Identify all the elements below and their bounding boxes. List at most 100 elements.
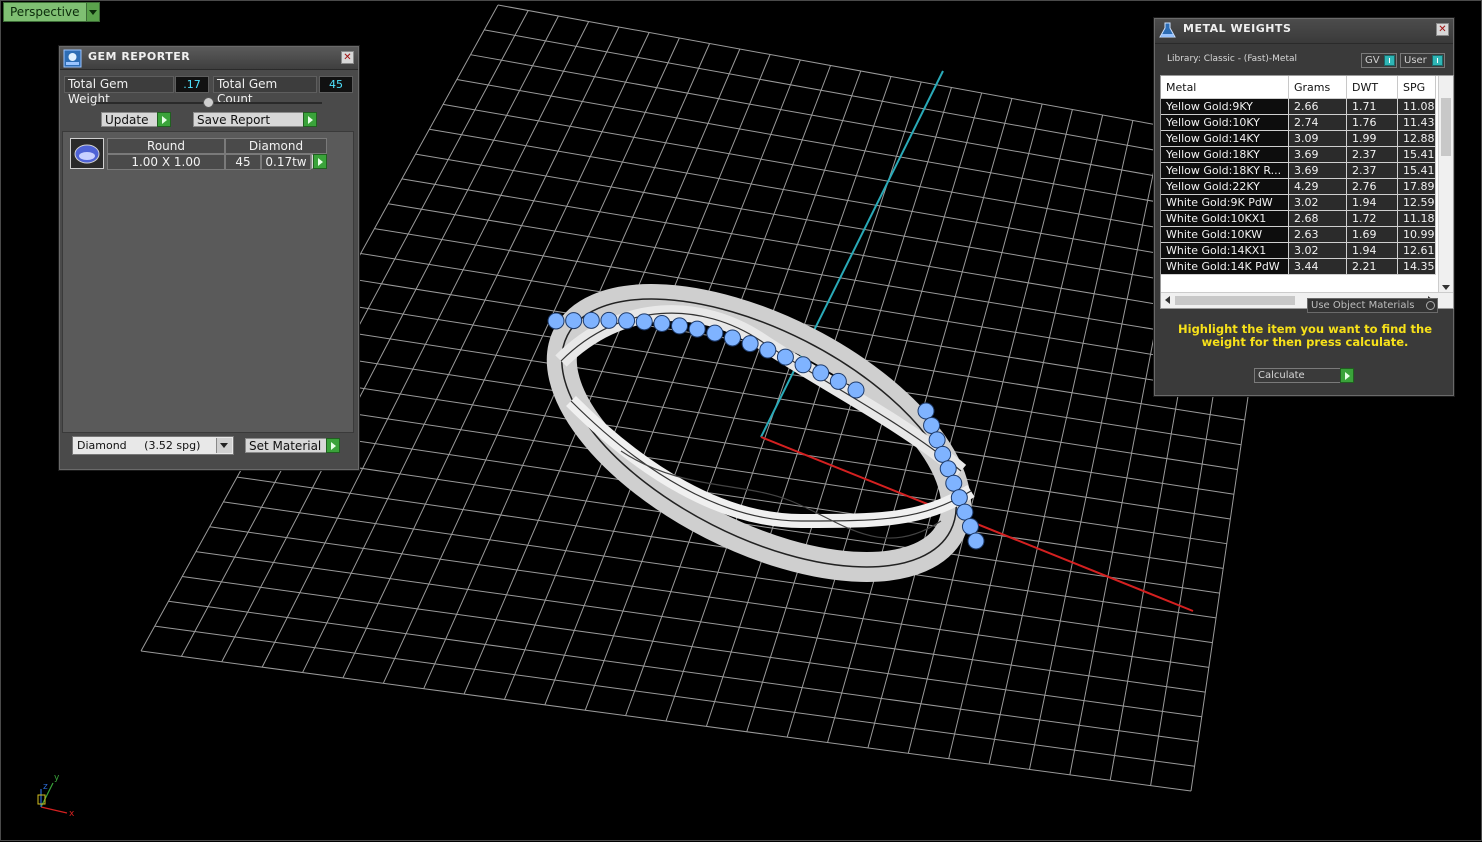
cell-dwt: 1.94	[1347, 243, 1398, 259]
use-object-materials-label: Use Object Materials	[1311, 300, 1415, 311]
gem-reporter-icon	[63, 49, 82, 68]
save-report-button[interactable]: Save Report	[193, 112, 317, 127]
gem-reporter-panel: GEM REPORTER ✕ Total Gem Weight .17 Tota…	[59, 46, 359, 470]
cell-grams: 3.69	[1289, 147, 1347, 163]
total-gem-weight-label: Total Gem Weight	[64, 76, 174, 106]
metal-weights-panel: METAL WEIGHTS ✕ Library: Classic - (Fast…	[1154, 18, 1454, 396]
gem-stone	[812, 364, 830, 382]
column-header-grams[interactable]: Grams	[1289, 76, 1347, 98]
cell-metal: Yellow Gold:22KY	[1161, 179, 1289, 195]
cell-metal: Yellow Gold:18KY	[1161, 147, 1289, 163]
vertical-scrollbar[interactable]	[1438, 76, 1453, 292]
gem-list: Round Diamond 1.00 X 1.00 45 0.17tw	[62, 131, 354, 433]
cell-spg: 11.18	[1398, 211, 1436, 227]
gem-stone	[967, 532, 985, 550]
gem-stone	[923, 416, 941, 434]
table-row[interactable]: White Gold:14KX1 3.02 1.94 12.61	[1161, 243, 1436, 259]
chevron-down-icon[interactable]	[1442, 285, 1450, 290]
viewport-label[interactable]: Perspective	[3, 2, 100, 22]
cell-dwt: 2.76	[1347, 179, 1398, 195]
ring-model[interactable]	[521, 244, 998, 623]
table-row[interactable]: Yellow Gold:18KY 3.69 2.37 15.41	[1161, 147, 1436, 163]
cell-dwt: 2.21	[1347, 259, 1398, 275]
cell-dwt: 1.72	[1347, 211, 1398, 227]
column-header-metal[interactable]: Metal	[1161, 76, 1289, 98]
cell-metal: Yellow Gold:9KY	[1161, 99, 1289, 115]
cell-dwt: 1.94	[1347, 195, 1398, 211]
metal-weights-table[interactable]: Metal Grams DWT SPG Yellow Gold:9KY 2.66 1…	[1160, 75, 1454, 309]
use-object-materials-toggle[interactable]: Use Object Materials	[1307, 298, 1438, 313]
cell-grams: 2.68	[1289, 211, 1347, 227]
gem-shape-cell: Round	[107, 138, 225, 154]
cell-spg: 11.08	[1398, 99, 1436, 115]
cell-grams: 3.44	[1289, 259, 1347, 275]
cell-spg: 12.61	[1398, 243, 1436, 259]
cell-spg: 12.59	[1398, 195, 1436, 211]
instruction-text: Highlight the item you want to find the …	[1178, 322, 1432, 349]
cell-spg: 10.99	[1398, 227, 1436, 243]
scrollbar-thumb[interactable]	[1441, 98, 1451, 156]
cell-metal: White Gold:14K PdW	[1161, 259, 1289, 275]
metal-weights-titlebar[interactable]: METAL WEIGHTS ✕	[1155, 19, 1453, 44]
set-material-button[interactable]: Set Material	[245, 438, 340, 453]
scrollbar-thumb[interactable]	[1175, 296, 1295, 305]
flask-icon	[1159, 22, 1176, 38]
cell-grams: 3.02	[1289, 195, 1347, 211]
gem-stone	[723, 329, 741, 347]
library-label: Library: Classic - (Fast)-Metal	[1167, 54, 1298, 64]
splitter-knob[interactable]	[203, 97, 214, 108]
radio-icon	[1426, 301, 1435, 310]
calculate-button[interactable]: Calculate	[1254, 368, 1354, 383]
cell-dwt: 2.37	[1347, 147, 1398, 163]
table-row[interactable]: White Gold:10KX1 2.68 1.72 11.18	[1161, 211, 1436, 227]
gem-stone	[688, 320, 706, 338]
cell-grams: 2.63	[1289, 227, 1347, 243]
gem-stone	[917, 402, 935, 420]
table-row[interactable]: White Gold:9K PdW 3.02 1.94 12.59	[1161, 195, 1436, 211]
table-header: Metal Grams DWT SPG	[1161, 76, 1436, 99]
table-row[interactable]: White Gold:10KW 2.63 1.69 10.99	[1161, 227, 1436, 243]
axis-triad: x y z	[37, 773, 75, 819]
user-toggle[interactable]: User	[1400, 53, 1445, 68]
cell-dwt: 1.69	[1347, 227, 1398, 243]
total-gem-weight-value: .17	[175, 76, 209, 93]
cell-metal: Yellow Gold:10KY	[1161, 115, 1289, 131]
gem-stone	[829, 372, 847, 390]
table-row[interactable]: Yellow Gold:22KY 4.29 2.76 17.89	[1161, 179, 1436, 195]
table-row[interactable]: Yellow Gold:18KY R... 3.69 2.37 15.41	[1161, 163, 1436, 179]
cell-spg: 11.43	[1398, 115, 1436, 131]
play-icon	[1340, 368, 1354, 383]
chevron-down-icon[interactable]	[86, 2, 100, 22]
gem-row-go-button[interactable]	[311, 154, 327, 169]
gem-stone	[928, 431, 946, 449]
table-row[interactable]: Yellow Gold:14KY 3.09 1.99 12.88	[1161, 131, 1436, 147]
viewport-label-text: Perspective	[3, 2, 87, 22]
cell-dwt: 1.71	[1347, 99, 1398, 115]
close-icon[interactable]: ✕	[341, 51, 354, 64]
gem-type-cell: Diamond	[225, 138, 327, 154]
cell-grams: 3.69	[1289, 163, 1347, 179]
table-row[interactable]: Yellow Gold:10KY 2.74 1.76 11.43	[1161, 115, 1436, 131]
gem-stone	[635, 313, 653, 331]
material-select[interactable]: Diamond (3.52 spg)	[72, 436, 234, 455]
cell-grams: 3.02	[1289, 243, 1347, 259]
round-diamond-icon[interactable]	[70, 138, 104, 169]
close-icon[interactable]: ✕	[1436, 23, 1449, 36]
table-row[interactable]: White Gold:14K PdW 3.44 2.21 14.35	[1161, 259, 1436, 275]
chevron-down-icon[interactable]	[216, 438, 232, 453]
chevron-left-icon[interactable]	[1165, 296, 1170, 304]
cell-metal: White Gold:9K PdW	[1161, 195, 1289, 211]
gem-stone	[847, 381, 865, 399]
update-button[interactable]: Update	[101, 112, 171, 127]
cell-metal: Yellow Gold:18KY R...	[1161, 163, 1289, 179]
cell-spg: 12.88	[1398, 131, 1436, 147]
gem-reporter-titlebar[interactable]: GEM REPORTER ✕	[60, 47, 358, 70]
column-header-spg[interactable]: SPG	[1398, 76, 1436, 98]
table-row[interactable]: Yellow Gold:9KY 2.66 1.71 11.08	[1161, 99, 1436, 115]
gem-stone	[582, 311, 600, 329]
cell-metal: Yellow Gold:14KY	[1161, 131, 1289, 147]
axis-y-label: y	[54, 773, 60, 783]
gv-toggle[interactable]: GV	[1361, 53, 1397, 68]
column-header-dwt[interactable]: DWT	[1347, 76, 1398, 98]
cell-dwt: 1.76	[1347, 115, 1398, 131]
